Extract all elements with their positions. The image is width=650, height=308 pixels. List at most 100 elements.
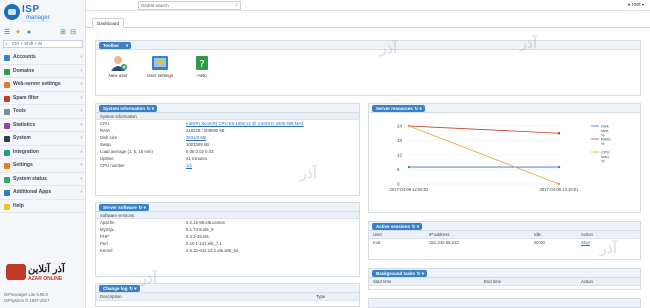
session-ip: 151.242.65.212 [429,240,459,245]
collapse-icon[interactable]: ⊟ [69,29,77,37]
session-idle: 00:00 [534,240,545,245]
search-icon: ⌕ [5,41,8,47]
column-description[interactable]: Description [100,293,122,301]
chevron-right-icon: › [80,189,82,195]
expand-icon[interactable]: ⊞ [59,29,67,37]
domains-icon [4,68,10,75]
info-row: Load average (1, 5, 15 min) 0.08 0.02 0.0… [96,148,359,155]
info-row: Perl 5.10.1-141.el6_7.1 [96,240,359,247]
info-key: CPU number [100,163,125,168]
info-value[interactable]: 1/1 [186,162,192,169]
table-row[interactable]: root 151.242.65.212 00:00 Stop [369,239,640,247]
info-row: Apache 2.2.15-59.el6.centos [96,219,359,226]
info-row: CPU Intel(R) Xeon(R) CPU E5-1650 v2 @ 3.5… [96,120,359,127]
sidebar-item-accounts[interactable]: Accounts › [0,51,86,65]
menu-icon[interactable]: ☰ [3,29,11,37]
sidebar-item-label: Domains [13,67,35,74]
info-value[interactable]: 3631/0 Mb [186,134,206,141]
sidebar-item-statistics[interactable]: Statistics › [0,119,86,132]
info-key: CPU [100,121,110,126]
user-icon[interactable]: ● [25,29,33,37]
server-software-title[interactable]: Server software ↻ ▾ [99,204,149,211]
new-user-button[interactable]: New user [98,55,138,78]
info-value[interactable]: Intel(R) Xeon(R) CPU E5-1650 v2 @ 3.50GH… [186,120,304,127]
background-tasks-table-header: Start time End time Action [369,278,640,286]
sidebar-item-system-status[interactable]: System status › [0,173,86,186]
sidebar-item-domains[interactable]: Domains › [0,65,86,78]
help-icon [4,203,10,210]
chevron-right-icon: › [80,67,82,74]
legend-label: % [601,159,605,164]
sidebar-item-settings[interactable]: Settings › [0,159,86,173]
toolbar-title[interactable]: Toolbar ▾ [99,42,132,49]
server-resources-title[interactable]: Server resources ↻ ▾ [372,105,425,112]
sidebar-item-system[interactable]: System › [0,132,86,146]
new-user-label: New user [108,73,128,78]
sidebar-item-spam-filter[interactable]: Spam filter › [0,92,86,105]
user-settings-button[interactable]: User settings [140,55,180,78]
column-action[interactable]: Action [581,278,593,286]
sidebar-item-help[interactable]: Help [0,200,86,213]
sidebar-item-label: Web-server settings [13,81,61,87]
background-tasks-header: Background tasks ↻ ▾ [369,269,640,278]
change-log-title[interactable]: Change log ↻ ▾ [99,285,140,292]
info-row: CPU number 1/1 [96,162,359,169]
star-icon[interactable]: ★ [14,29,22,37]
column-user[interactable]: User [373,231,382,239]
x-tick-label: 2017-04-08 12:53:02 [390,187,430,192]
column-action[interactable]: Action [581,231,593,239]
toolbar-panel: Toolbar ▾ New user User settings ? Help [95,40,641,96]
info-value: 5.1.73-8.el6_8 [186,227,214,232]
sidebar-item-tools[interactable]: Tools › [0,105,86,119]
help-button[interactable]: ? Help [182,55,222,78]
info-value: 41 minutes [186,156,208,161]
system-icon [4,136,10,142]
sidebar-item-label: Statistics [13,121,36,128]
user-menu[interactable]: ● root ▾ [628,2,644,8]
sidebar-item-label: Spam filter [13,94,39,101]
chevron-right-icon: › [80,54,82,60]
new-user-icon [109,55,127,71]
info-row: Swap 1003388 kB [96,141,359,148]
system-info-subheader: System information [96,113,359,120]
watermark-logo: آذر آنلاین AZAR ONLINE [6,262,66,284]
global-search-placeholder: Global search [141,3,169,8]
background-tasks-title[interactable]: Background tasks ↻ ▾ [372,270,428,277]
system-info-title[interactable]: System information ↻ ▾ [99,105,158,112]
system-info-panel: System information ↻ ▾ System information… [95,103,360,196]
global-search-input[interactable]: Global search ⌕ [138,1,241,10]
user-name: root [631,2,641,8]
sidebar-search-input[interactable]: ⌕ Ctrl + Shift + M [3,40,83,48]
active-sessions-title[interactable]: Active sessions ↻ ▾ [372,223,423,230]
system-info-header: System information ↻ ▾ [96,104,359,113]
info-key: PHP [100,234,109,239]
column-type[interactable]: Type [316,293,325,301]
user-avatar-icon: ● [627,2,631,8]
isp-manager-logo[interactable]: ISP manager [4,3,84,25]
tab-dashboard[interactable]: Dashboard [92,18,125,28]
sidebar-item-web-server-settings[interactable]: Web-server settings › [0,78,86,92]
sidebar-item-integration[interactable]: Integration › [0,146,86,159]
info-row: RAM 218228 / 508580 kB [96,127,359,134]
server-resources-header: Server resources ↻ ▾ [369,104,640,113]
server-software-subheader: Software versions [96,212,359,219]
column-start-time[interactable]: Start time [373,278,391,286]
session-user: root [373,240,381,245]
info-value: 218228 / 508580 kB [186,128,225,133]
y-tick-label: 0 [397,182,400,187]
sidebar-item-label: Additional Apps [13,189,52,195]
column-end-time[interactable]: End time [484,278,501,286]
chevron-down-icon: ▾ [641,2,644,7]
column-idle[interactable]: Idle [534,231,541,239]
integration-icon [4,149,10,156]
sidebar-item-additional-apps[interactable]: Additional Apps › [0,186,86,200]
stop-session-link[interactable]: Stop [581,239,590,247]
sidebar-item-label: Settings [13,162,33,168]
sidebar-nav: Accounts › Domains › Web-server settings › … [0,51,86,213]
info-value: 2.6.32-642.13.1.el6.x86_64 [186,248,239,253]
chevron-down-icon: ▾ [125,43,129,48]
info-key: Load average (1, 5, 15 min) [100,149,153,154]
change-log-header: Change log ↻ ▾ [96,284,359,293]
column-ip-address[interactable]: IP address [429,231,449,239]
chevron-right-icon: › [80,162,82,168]
